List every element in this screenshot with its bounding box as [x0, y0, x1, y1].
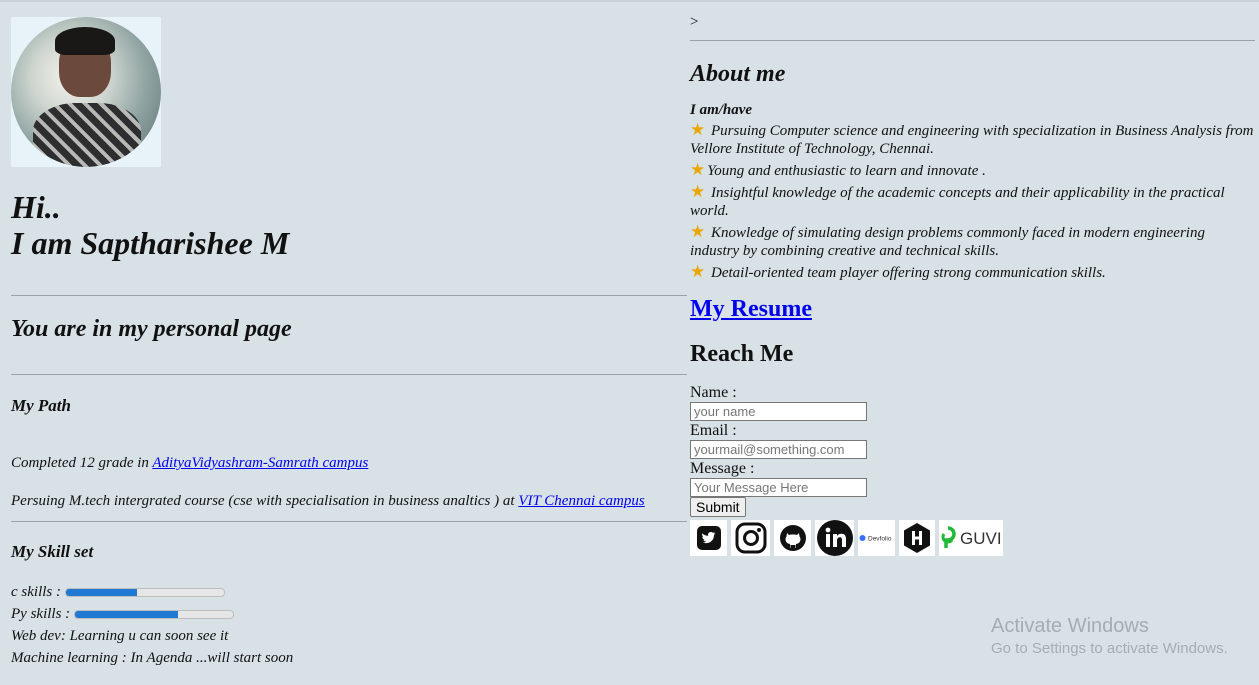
- college-link[interactable]: VIT Chennai campus: [518, 493, 644, 509]
- right-column: > About me I am/have ★ Pursuing Computer…: [690, 14, 1255, 556]
- greeting-heading: Hi.. I am Saptharishee M: [11, 189, 687, 261]
- avatar-circle: [11, 17, 161, 167]
- star-icon: ★: [690, 182, 706, 201]
- c-skill-progress-fill: [66, 588, 138, 596]
- divider: [11, 374, 687, 375]
- skill-row-py: Py skills :: [11, 603, 687, 625]
- about-point: ★ Pursuing Computer science and engineer…: [690, 121, 1255, 158]
- hashnode-icon[interactable]: [899, 520, 935, 556]
- path-item-text: Completed 12 grade in: [11, 455, 153, 471]
- message-input[interactable]: [690, 478, 867, 497]
- star-icon: ★: [690, 262, 706, 281]
- profile-photo: [11, 17, 161, 167]
- watermark-title: Activate Windows: [991, 615, 1149, 637]
- about-point-text: Knowledge of simulating design problems …: [690, 225, 1205, 259]
- github-icon[interactable]: [774, 520, 811, 556]
- linkedin-icon[interactable]: [815, 520, 854, 556]
- about-point-text: Detail-oriented team player offering str…: [711, 265, 1106, 281]
- path-item-college: Persuing M.tech intergrated course (cse …: [11, 491, 687, 511]
- name-label: Name :: [690, 384, 737, 401]
- name-text: I am Saptharishee M: [11, 225, 290, 261]
- star-icon: ★: [690, 222, 706, 241]
- twitter-icon[interactable]: [690, 520, 727, 556]
- about-point: ★ Detail-oriented team player offering s…: [690, 263, 1255, 282]
- skill-label: Py skills :: [11, 605, 71, 622]
- divider: [690, 40, 1255, 41]
- about-points: ★ Pursuing Computer science and engineer…: [690, 121, 1255, 282]
- email-input[interactable]: [690, 440, 867, 459]
- star-icon: ★: [690, 120, 706, 139]
- arrow-text: >: [690, 14, 699, 30]
- skills-list: c skills : Py skills : Web dev: Learning…: [11, 581, 687, 669]
- windows-activation-watermark: Activate Windows Go to Settings to activ…: [991, 615, 1228, 657]
- divider: [11, 295, 687, 296]
- email-label: Email :: [690, 422, 737, 439]
- web-dev-line: Web dev: Learning u can soon see it: [11, 627, 229, 644]
- about-point: ★ Young and enthusiastic to learn and inn…: [690, 161, 1255, 180]
- submit-button[interactable]: Submit: [690, 497, 746, 517]
- greeting-text: Hi..: [11, 189, 61, 225]
- about-point: ★ Insightful knowledge of the academic c…: [690, 183, 1255, 220]
- path-title: My Path: [11, 396, 71, 415]
- guvi-icon[interactable]: GUVI: [939, 520, 1003, 556]
- skill-label: c skills :: [11, 583, 61, 600]
- watermark-subtitle: Go to Settings to activate Windows.: [991, 640, 1228, 657]
- skill-row-c: c skills :: [11, 581, 687, 603]
- about-title: About me: [690, 61, 786, 87]
- resume-link[interactable]: My Resume: [690, 296, 812, 322]
- reach-title: Reach Me: [690, 341, 794, 367]
- contact-form: Name : Email : Message : Submit: [690, 383, 1255, 517]
- instagram-icon[interactable]: [731, 520, 770, 556]
- c-skill-progress: [65, 587, 225, 597]
- divider: [11, 521, 687, 522]
- devfolio-icon[interactable]: Devfolio: [858, 520, 895, 556]
- social-links: Devfolio GUVI: [690, 520, 1255, 556]
- about-point-text: Insightful knowledge of the academic con…: [690, 185, 1225, 219]
- py-skill-progress: [74, 609, 235, 619]
- about-point: ★ Knowledge of simulating design problem…: [690, 223, 1255, 260]
- about-point-text: Young and enthusiastic to learn and inno…: [707, 163, 986, 179]
- path-item-school: Completed 12 grade in AdityaVidyashram-S…: [11, 453, 687, 473]
- py-skill-progress-fill: [75, 610, 178, 618]
- skills-title: My Skill set: [11, 542, 94, 561]
- school-link[interactable]: AdityaVidyashram-Samrath campus: [152, 455, 368, 471]
- devfolio-text: Devfolio: [868, 536, 892, 543]
- page-subtitle: You are in my personal page: [11, 316, 292, 342]
- avatar-hair: [55, 27, 115, 55]
- ml-line: Machine learning : In Agenda ...will sta…: [11, 649, 294, 666]
- guvi-text: GUVI: [960, 529, 1002, 548]
- name-input[interactable]: [690, 402, 867, 421]
- message-label: Message :: [690, 460, 755, 477]
- about-intro: I am/have: [690, 102, 753, 118]
- path-item-text: Persuing M.tech intergrated course (cse …: [11, 493, 519, 509]
- star-icon: ★: [690, 160, 706, 179]
- about-point-text: Pursuing Computer science and engineerin…: [690, 123, 1254, 157]
- left-column: Hi.. I am Saptharishee M You are in my p…: [11, 17, 687, 669]
- avatar-shirt: [33, 103, 141, 167]
